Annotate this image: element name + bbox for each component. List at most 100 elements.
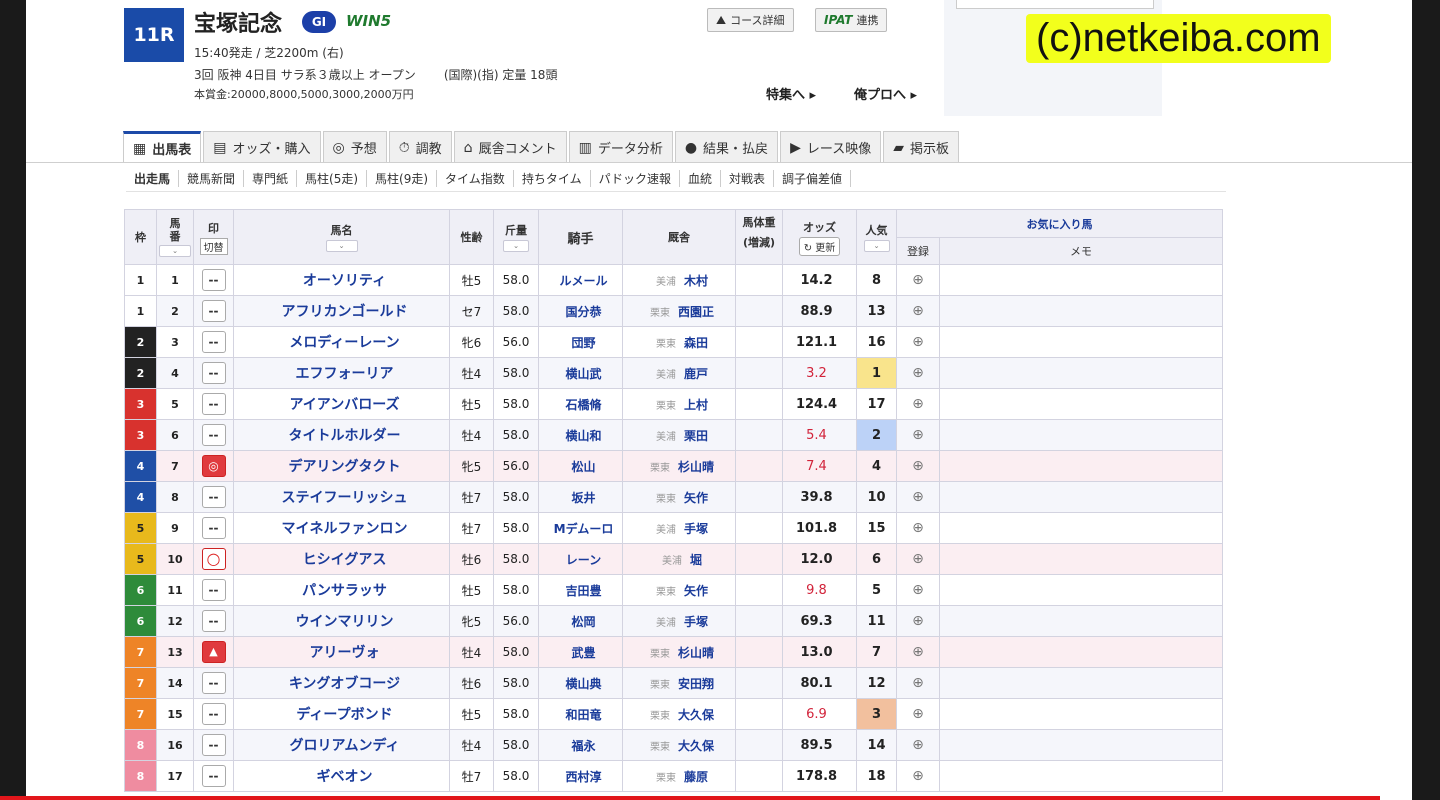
- tab-1[interactable]: ▦ 出馬表: [123, 131, 202, 163]
- sort-arrow-icon[interactable]: ⌄: [863, 240, 890, 252]
- memo-cell[interactable]: [939, 419, 1223, 451]
- feature-link[interactable]: 特集へ ▸: [766, 84, 816, 103]
- memo-cell[interactable]: [939, 605, 1223, 637]
- subnav-item[interactable]: 馬柱(5走): [297, 170, 368, 187]
- jockey-link[interactable]: 吉田豊: [538, 574, 623, 606]
- subnav-item[interactable]: 調子偏差値: [774, 170, 851, 187]
- memo-cell[interactable]: [939, 450, 1223, 482]
- trainer-link[interactable]: 大久保: [678, 708, 714, 722]
- memo-cell[interactable]: [939, 264, 1223, 296]
- blog-link[interactable]: 俺プロへ ▸: [854, 84, 917, 103]
- trainer-link[interactable]: 安田翔: [678, 677, 714, 691]
- add-favorite-icon[interactable]: ⊕: [912, 303, 924, 319]
- add-favorite-icon[interactable]: ⊕: [912, 520, 924, 536]
- horse-name-link[interactable]: オーソリティ: [233, 264, 450, 296]
- mark-select-button[interactable]: --: [201, 579, 226, 601]
- tab-8[interactable]: ▶ レース映像: [780, 131, 882, 163]
- subnav-item[interactable]: 持ちタイム: [514, 170, 591, 187]
- subnav-item[interactable]: パドック速報: [591, 170, 680, 187]
- subnav-item[interactable]: 血統: [680, 170, 721, 187]
- jockey-link[interactable]: 西村淳: [538, 760, 623, 792]
- jockey-link[interactable]: 団野: [538, 326, 623, 358]
- trainer-link[interactable]: 手塚: [684, 522, 708, 536]
- trainer-link[interactable]: 手塚: [684, 615, 708, 629]
- mark-select-button[interactable]: ◎: [201, 455, 226, 477]
- subnav-item[interactable]: 専門紙: [244, 170, 298, 187]
- jockey-link[interactable]: 石橋脩: [538, 388, 623, 420]
- add-favorite-icon[interactable]: ⊕: [912, 551, 924, 567]
- memo-cell[interactable]: [939, 543, 1223, 575]
- mark-select-button[interactable]: --: [201, 486, 226, 508]
- trainer-link[interactable]: 木村: [684, 274, 708, 288]
- tab-7[interactable]: ● 結果・払戻: [674, 131, 779, 163]
- memo-cell[interactable]: [939, 388, 1223, 420]
- add-favorite-icon[interactable]: ⊕: [912, 427, 924, 443]
- jockey-link[interactable]: 福永: [538, 729, 623, 761]
- popularity-header[interactable]: 人気 ⌄: [856, 209, 897, 265]
- horse-name-link[interactable]: メロディーレーン: [233, 326, 450, 358]
- course-detail-button[interactable]: ⛰ コース詳細: [707, 8, 794, 32]
- tab-4[interactable]: ⏱ 調教: [388, 131, 452, 163]
- mark-select-button[interactable]: --: [201, 300, 226, 322]
- sort-arrow-icon[interactable]: ⌄: [159, 245, 191, 257]
- mark-select-button[interactable]: --: [201, 331, 226, 353]
- horse-name-link[interactable]: アリーヴォ: [233, 636, 450, 668]
- trainer-link[interactable]: 矢作: [684, 491, 708, 505]
- subnav-item[interactable]: 出走馬: [126, 170, 180, 187]
- tab-5[interactable]: ⌂ 厩舎コメント: [453, 131, 567, 163]
- tab-6[interactable]: ▥ データ分析: [568, 131, 673, 163]
- subnav-item[interactable]: 馬柱(9走): [367, 170, 438, 187]
- horse-name-link[interactable]: ステイフーリッシュ: [233, 481, 450, 513]
- mark-select-button[interactable]: --: [201, 765, 226, 787]
- memo-cell[interactable]: [939, 729, 1223, 761]
- jockey-link[interactable]: 坂井: [538, 481, 623, 513]
- mark-select-button[interactable]: --: [201, 672, 226, 694]
- horse-name-link[interactable]: グロリアムンディ: [233, 729, 450, 761]
- horse-name-link[interactable]: エフフォーリア: [233, 357, 450, 389]
- add-favorite-icon[interactable]: ⊕: [912, 365, 924, 381]
- jockey-link[interactable]: 松山: [538, 450, 623, 482]
- trainer-link[interactable]: 栗田: [684, 429, 708, 443]
- tab-2[interactable]: ▤ オッズ・購入: [203, 131, 321, 163]
- trainer-link[interactable]: 西園正: [678, 305, 714, 319]
- memo-cell[interactable]: [939, 481, 1223, 513]
- horse-name-link[interactable]: アイアンバローズ: [233, 388, 450, 420]
- horse-name-link[interactable]: ウインマリリン: [233, 605, 450, 637]
- add-favorite-icon[interactable]: ⊕: [912, 489, 924, 505]
- memo-cell[interactable]: [939, 326, 1223, 358]
- memo-cell[interactable]: [939, 636, 1223, 668]
- horse-name-link[interactable]: ディープボンド: [233, 698, 450, 730]
- ipat-link-button[interactable]: IPAT 連携: [815, 8, 888, 32]
- trainer-link[interactable]: 上村: [684, 398, 708, 412]
- horse-name-link[interactable]: アフリカンゴールド: [233, 295, 450, 327]
- sort-arrow-icon[interactable]: ⌄: [503, 240, 529, 252]
- trainer-link[interactable]: 藤原: [684, 770, 708, 784]
- subnav-item[interactable]: 対戦表: [721, 170, 774, 187]
- horse-name-link[interactable]: キングオブコージ: [233, 667, 450, 699]
- horse-name-link[interactable]: パンサラッサ: [233, 574, 450, 606]
- jockey-link[interactable]: Mデムーロ: [538, 512, 623, 544]
- subnav-item[interactable]: タイム指数: [437, 170, 514, 187]
- jockey-link[interactable]: レーン: [538, 543, 623, 575]
- trainer-link[interactable]: 鹿戸: [684, 367, 708, 381]
- trainer-link[interactable]: 大久保: [678, 739, 714, 753]
- mark-select-button[interactable]: --: [201, 703, 226, 725]
- memo-cell[interactable]: [939, 667, 1223, 699]
- add-favorite-icon[interactable]: ⊕: [912, 396, 924, 412]
- memo-cell[interactable]: [939, 698, 1223, 730]
- add-favorite-icon[interactable]: ⊕: [912, 737, 924, 753]
- add-favorite-icon[interactable]: ⊕: [912, 272, 924, 288]
- mark-select-button[interactable]: --: [201, 517, 226, 539]
- jockey-link[interactable]: 横山和: [538, 419, 623, 451]
- trainer-link[interactable]: 堀: [690, 553, 702, 567]
- trainer-link[interactable]: 森田: [684, 336, 708, 350]
- jockey-link[interactable]: 横山典: [538, 667, 623, 699]
- add-favorite-icon[interactable]: ⊕: [912, 458, 924, 474]
- trainer-link[interactable]: 矢作: [684, 584, 708, 598]
- memo-cell[interactable]: [939, 512, 1223, 544]
- add-favorite-icon[interactable]: ⊕: [912, 582, 924, 598]
- weight-header[interactable]: 斤量 ⌄: [493, 209, 539, 265]
- mark-select-button[interactable]: --: [201, 734, 226, 756]
- add-favorite-icon[interactable]: ⊕: [912, 768, 924, 784]
- mark-select-button[interactable]: ○: [201, 548, 226, 570]
